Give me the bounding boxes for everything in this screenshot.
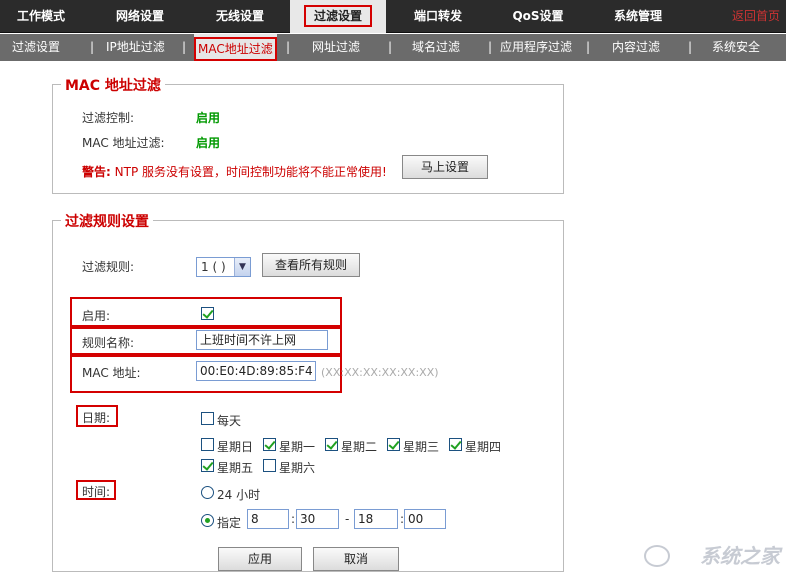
subnav-separator: |: [90, 40, 95, 54]
watermark: 系统之家: [700, 544, 780, 568]
day-label-sun: 星期日: [217, 440, 254, 454]
nav-label: 无线设置: [215, 9, 264, 23]
subnav-separator: |: [388, 40, 393, 54]
everyday-label: 每天: [217, 414, 242, 428]
subnav-domain-filter[interactable]: 域名过滤: [412, 34, 460, 61]
warning-prefix: 警告:: [82, 165, 111, 179]
subnav-separator: |: [586, 40, 591, 54]
start-minute-input[interactable]: 30: [296, 509, 339, 529]
mac-filter-value: 启用: [196, 136, 221, 150]
warning-text: NTP 服务没有设置，时间控制功能将不能正常使用!: [114, 165, 387, 179]
day-checkbox-sat[interactable]: [263, 459, 276, 472]
chevron-down-icon: ▼: [234, 258, 250, 276]
nav-label: 端口转发: [413, 9, 462, 23]
subnav-security[interactable]: 系统安全: [712, 34, 760, 61]
day-label-wed: 星期三: [403, 440, 440, 454]
mac-address-label: MAC 地址:: [82, 366, 141, 380]
rule-legend: 过滤规则设置: [61, 211, 153, 231]
subnav-separator: |: [688, 40, 693, 54]
setup-now-button[interactable]: 马上设置: [402, 155, 488, 179]
rule-name-input[interactable]: 上班时间不许上网: [196, 330, 328, 350]
apply-button[interactable]: 应用: [218, 547, 302, 571]
rule-select-value: 1 ( ): [201, 260, 226, 274]
nav-filter[interactable]: 过滤设置: [290, 0, 386, 33]
mac-address-input[interactable]: 00:E0:4D:89:85:F4: [196, 361, 316, 381]
filter-control-label: 过滤控制:: [82, 111, 135, 125]
radio-specify[interactable]: [201, 514, 214, 527]
day-checkbox-wed[interactable]: [387, 438, 400, 451]
day-checkbox-mon[interactable]: [263, 438, 276, 451]
cancel-button[interactable]: 取消: [313, 547, 399, 571]
subnav-content-filter[interactable]: 内容过滤: [612, 34, 660, 61]
top-nav: 工作模式 网络设置 无线设置 过滤设置 端口转发 QoS设置 系统管理 返回首页: [0, 0, 786, 33]
time-label: 时间:: [82, 485, 111, 499]
end-minute-input[interactable]: 00: [404, 509, 446, 529]
subnav-filter-settings[interactable]: 过滤设置: [12, 34, 60, 61]
day-label-fri: 星期五: [217, 461, 254, 475]
nav-label: 过滤设置: [303, 5, 372, 27]
subnav-separator: |: [488, 40, 493, 54]
enable-checkbox[interactable]: [201, 307, 214, 320]
enable-label: 启用:: [82, 309, 111, 323]
day-label-sat: 星期六: [279, 461, 316, 475]
radio-24h-label: 24 小时: [217, 488, 261, 502]
view-all-rules-button[interactable]: 查看所有规则: [262, 253, 360, 277]
home-link[interactable]: 返回首页: [732, 0, 780, 33]
date-label: 日期:: [82, 411, 111, 425]
time-colon: :: [291, 512, 296, 526]
filter-control-value: 启用: [196, 111, 221, 125]
rule-label: 过滤规则:: [82, 260, 135, 274]
subnav-app-filter[interactable]: 应用程序过滤: [500, 34, 572, 61]
rule-select[interactable]: 1 ( ) ▼: [196, 257, 251, 277]
mac-filter-legend: MAC 地址过滤: [61, 75, 165, 95]
nav-port-forward[interactable]: 端口转发: [388, 0, 488, 33]
radio-24h[interactable]: [201, 486, 214, 499]
time-dash: -: [345, 512, 350, 526]
day-checkbox-sun[interactable]: [201, 438, 214, 451]
everyday-checkbox[interactable]: [201, 412, 214, 425]
nav-network[interactable]: 网络设置: [90, 0, 190, 33]
day-label-tue: 星期二: [341, 440, 378, 454]
sub-nav: 过滤设置 | IP地址过滤 | MAC地址过滤 | 网址过滤 | 域名过滤 | …: [0, 34, 786, 61]
rule-name-label: 规则名称:: [82, 336, 135, 350]
day-checkbox-thu[interactable]: [449, 438, 462, 451]
nav-label: QoS设置: [512, 9, 564, 23]
nav-label: 网络设置: [115, 9, 164, 23]
subnav-separator: |: [286, 40, 291, 54]
subnav-mac-filter[interactable]: MAC地址过滤: [194, 34, 277, 61]
day-label-thu: 星期四: [465, 440, 502, 454]
day-label-mon: 星期一: [279, 440, 316, 454]
radio-specify-label: 指定: [217, 516, 242, 530]
day-checkbox-fri[interactable]: [201, 459, 214, 472]
subnav-ip-filter[interactable]: IP地址过滤: [106, 34, 165, 61]
mac-format-hint: (XX:XX:XX:XX:XX:XX): [321, 366, 439, 379]
nav-work-mode[interactable]: 工作模式: [0, 0, 82, 33]
subnav-url-filter[interactable]: 网址过滤: [312, 34, 360, 61]
nav-qos[interactable]: QoS设置: [488, 0, 588, 33]
nav-label: 工作模式: [16, 9, 65, 23]
end-hour-input[interactable]: 18: [354, 509, 398, 529]
subnav-separator: |: [182, 40, 187, 54]
day-checkbox-tue[interactable]: [325, 438, 338, 451]
nav-label: 系统管理: [613, 9, 662, 23]
start-hour-input[interactable]: 8: [247, 509, 289, 529]
nav-system[interactable]: 系统管理: [588, 0, 688, 33]
mac-filter-label: MAC 地址过滤:: [82, 136, 165, 150]
subnav-label: MAC地址过滤: [194, 37, 277, 61]
nav-wireless[interactable]: 无线设置: [190, 0, 290, 33]
ntp-warning: 警告: NTP 服务没有设置，时间控制功能将不能正常使用!: [82, 163, 387, 180]
watermark-logo-icon: [644, 545, 670, 567]
